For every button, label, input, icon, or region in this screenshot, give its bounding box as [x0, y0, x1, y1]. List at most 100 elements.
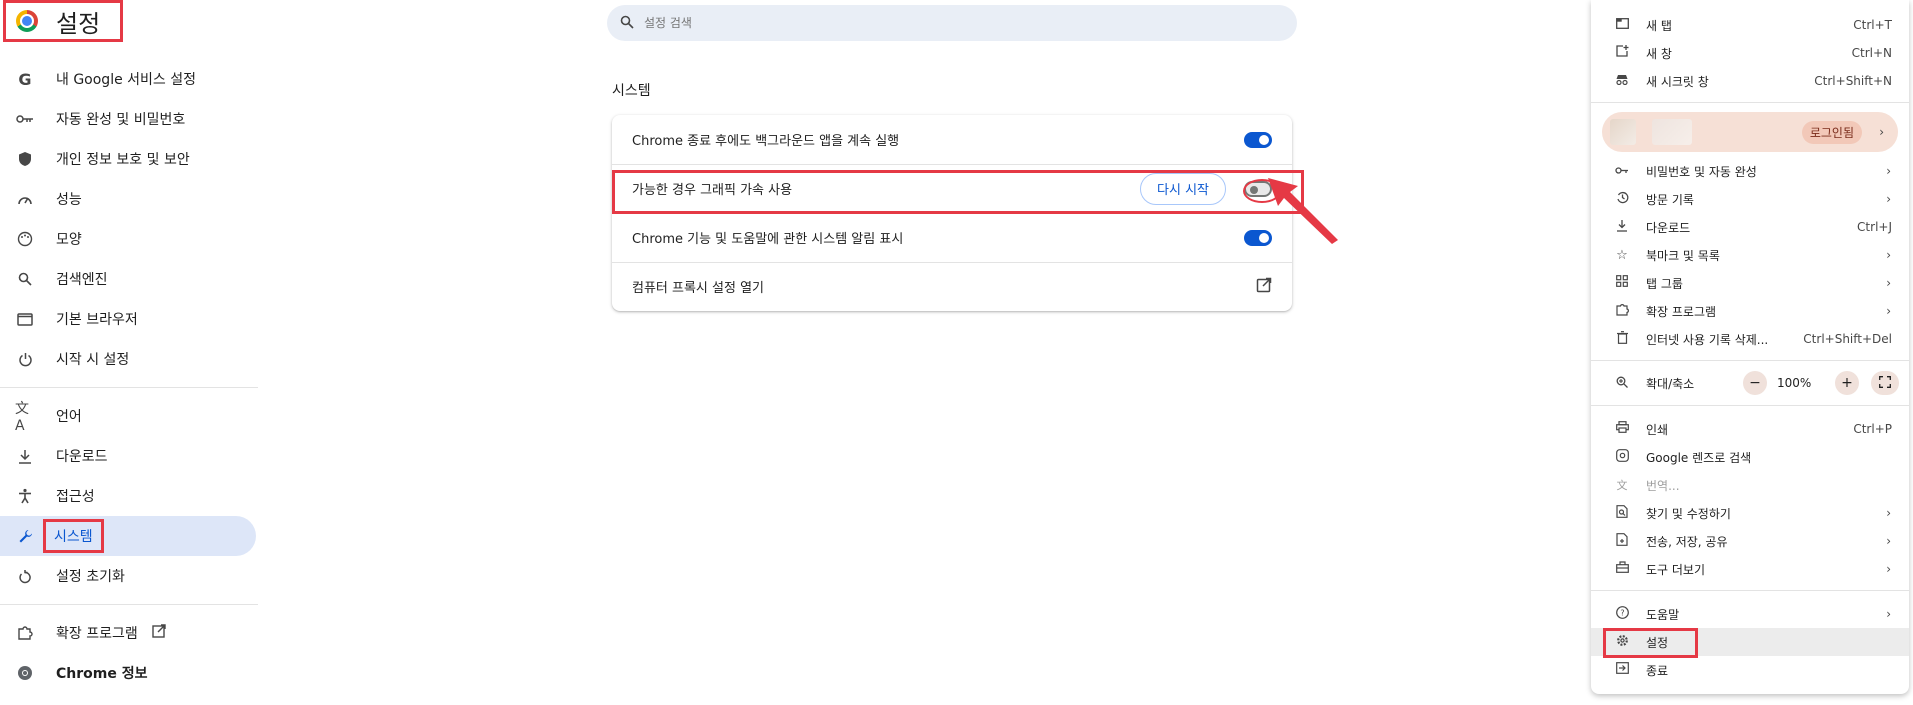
sidebar-item-on-startup[interactable]: 시작 시 설정	[0, 339, 256, 379]
profile-name-blurred	[1652, 119, 1692, 145]
menu-new-incognito[interactable]: 새 시크릿 창 Ctrl+Shift+N	[1591, 67, 1909, 95]
menu-tab-groups[interactable]: 탭 그룹 ›	[1591, 269, 1909, 297]
annotation-arrow	[1268, 178, 1338, 244]
sidebar-item-system[interactable]: 시스템	[0, 516, 256, 556]
setting-label: 가능한 경우 그래픽 가속 사용	[632, 183, 793, 198]
sidebar-item-reset[interactable]: 설정 초기화	[0, 556, 256, 596]
menu-bookmarks[interactable]: ☆ 북마크 및 목록 ›	[1591, 241, 1909, 269]
menu-google-lens[interactable]: Google 렌즈로 검색	[1591, 443, 1909, 471]
menu-passwords[interactable]: 비밀번호 및 자동 완성 ›	[1591, 157, 1909, 185]
menu-history[interactable]: 방문 기록 ›	[1591, 185, 1909, 213]
menu-translate[interactable]: 文 번역...	[1591, 471, 1909, 499]
setting-row-hardware-acceleration[interactable]: 가능한 경우 그래픽 가속 사용 다시 시작	[612, 164, 1292, 213]
menu-shortcut: Ctrl+J	[1857, 220, 1892, 234]
sidebar-item-label: 내 Google 서비스 설정	[56, 72, 196, 88]
setting-label: 컴퓨터 프록시 설정 열기	[632, 281, 764, 296]
menu-cast-save-share[interactable]: 전송, 저장, 공유 ›	[1591, 527, 1909, 555]
menu-shortcut: Ctrl+N	[1851, 46, 1892, 60]
open-external-icon[interactable]	[1256, 277, 1272, 297]
sidebar-item-label: 모양	[56, 232, 82, 248]
sidebar-divider	[0, 387, 258, 388]
chevron-right-icon: ›	[1886, 562, 1891, 576]
search-icon	[620, 14, 634, 33]
sidebar-item-autofill[interactable]: 자동 완성 및 비밀번호	[0, 99, 256, 139]
menu-help[interactable]: ? 도움말 ›	[1591, 600, 1909, 628]
sidebar-item-default-browser[interactable]: 기본 브라우저	[0, 299, 256, 339]
zoom-level: 100%	[1777, 376, 1812, 390]
system-settings-card: Chrome 종료 후에도 백그라운드 앱을 계속 실행 가능한 경우 그래픽 …	[612, 115, 1292, 311]
setting-label: Chrome 기능 및 도움말에 관한 시스템 알림 표시	[632, 232, 904, 247]
sidebar-item-languages[interactable]: 文A 언어	[0, 396, 256, 436]
sidebar-item-downloads[interactable]: 다운로드	[0, 436, 256, 476]
menu-clear-browsing-data[interactable]: 인터넷 사용 기록 삭제... Ctrl+Shift+Del	[1591, 325, 1909, 353]
menu-divider	[1591, 590, 1909, 591]
menu-label: 비밀번호 및 자동 완성	[1646, 164, 1757, 179]
menu-find-edit[interactable]: 찾기 및 수정하기 ›	[1591, 499, 1909, 527]
menu-label: 종료	[1646, 663, 1669, 678]
wrench-icon	[15, 526, 35, 546]
setting-row-background-apps[interactable]: Chrome 종료 후에도 백그라운드 앱을 계속 실행	[612, 115, 1292, 164]
sidebar-item-label: 접근성	[56, 489, 95, 505]
printer-icon	[1614, 421, 1630, 437]
sidebar-item-extensions[interactable]: 확장 프로그램	[0, 613, 256, 653]
zoom-in-button[interactable]: +	[1835, 371, 1859, 395]
chrome-main-menu: 새 탭 Ctrl+T 새 창 Ctrl+N 새 시크릿 창 Ctrl+Shift…	[1591, 0, 1909, 694]
settings-header-highlight: 설정	[3, 0, 123, 42]
relaunch-button[interactable]: 다시 시작	[1140, 172, 1226, 205]
fullscreen-button[interactable]	[1871, 371, 1899, 395]
sidebar-item-label: 설정 초기화	[56, 569, 125, 585]
tab-groups-icon	[1614, 275, 1630, 291]
sidebar-item-label: 성능	[56, 192, 82, 208]
menu-settings[interactable]: 설정	[1591, 628, 1909, 656]
chevron-right-icon: ›	[1879, 125, 1884, 139]
settings-search-input[interactable]	[642, 15, 1246, 31]
menu-label: 북마크 및 목록	[1646, 248, 1720, 263]
star-icon: ☆	[1616, 247, 1628, 263]
menu-print[interactable]: 인쇄 Ctrl+P	[1591, 415, 1909, 443]
menu-label: 찾기 및 수정하기	[1646, 506, 1731, 521]
menu-profile-row[interactable]: 로그인됨 ›	[1602, 112, 1898, 152]
settings-title: 설정	[56, 9, 101, 38]
menu-shortcut: Ctrl+Shift+N	[1814, 74, 1892, 88]
browser-window-icon	[15, 309, 35, 329]
zoom-out-button[interactable]: −	[1743, 371, 1767, 395]
menu-more-tools[interactable]: 도구 더보기 ›	[1591, 555, 1909, 583]
power-icon	[15, 349, 35, 369]
sidebar-item-label: 시작 시 설정	[56, 352, 130, 368]
setting-row-proxy[interactable]: 컴퓨터 프록시 설정 열기	[612, 262, 1292, 311]
sidebar-item-accessibility[interactable]: 접근성	[0, 476, 256, 516]
chrome-icon	[15, 663, 35, 683]
menu-label: Google 렌즈로 검색	[1646, 450, 1752, 465]
sidebar-item-search-engine[interactable]: 검색엔진	[0, 259, 256, 299]
sidebar-item-privacy[interactable]: 개인 정보 보호 및 보안	[0, 139, 256, 179]
sidebar-item-label: 다운로드	[56, 449, 108, 465]
sidebar-item-about-chrome[interactable]: Chrome 정보	[0, 653, 256, 693]
sidebar-item-appearance[interactable]: 모양	[0, 219, 256, 259]
trash-icon	[1614, 330, 1630, 348]
palette-icon	[15, 229, 35, 249]
download-icon	[1614, 219, 1630, 236]
menu-new-tab[interactable]: 새 탭 Ctrl+T	[1591, 11, 1909, 39]
menu-new-window[interactable]: 새 창 Ctrl+N	[1591, 39, 1909, 67]
menu-downloads[interactable]: 다운로드 Ctrl+J	[1591, 213, 1909, 241]
background-apps-toggle[interactable]	[1244, 131, 1272, 148]
menu-label: 도움말	[1646, 607, 1680, 622]
fullscreen-icon	[1879, 375, 1891, 391]
chevron-right-icon: ›	[1886, 164, 1891, 178]
open-external-icon	[152, 624, 166, 642]
zoom-icon	[1614, 376, 1630, 391]
sidebar-item-performance[interactable]: 성능	[0, 179, 256, 219]
sidebar-item-google-services[interactable]: G 내 Google 서비스 설정	[0, 59, 256, 99]
puzzle-icon	[1614, 303, 1630, 320]
sidebar-item-label: 확장 프로그램	[56, 626, 138, 642]
menu-label: 탭 그룹	[1646, 276, 1683, 291]
sidebar-divider	[0, 604, 258, 605]
incognito-icon	[1614, 74, 1630, 89]
setting-row-system-notifications[interactable]: Chrome 기능 및 도움말에 관한 시스템 알림 표시	[612, 213, 1292, 262]
settings-search-bar[interactable]	[607, 5, 1297, 41]
menu-extensions[interactable]: 확장 프로그램 ›	[1591, 297, 1909, 325]
menu-label: 새 탭	[1646, 18, 1672, 33]
menu-exit[interactable]: 종료	[1591, 656, 1909, 684]
puzzle-icon	[15, 623, 35, 643]
settings-sidebar: 설정 G 내 Google 서비스 설정 자동 완성 및 비밀번호 개인 정보 …	[0, 0, 258, 705]
